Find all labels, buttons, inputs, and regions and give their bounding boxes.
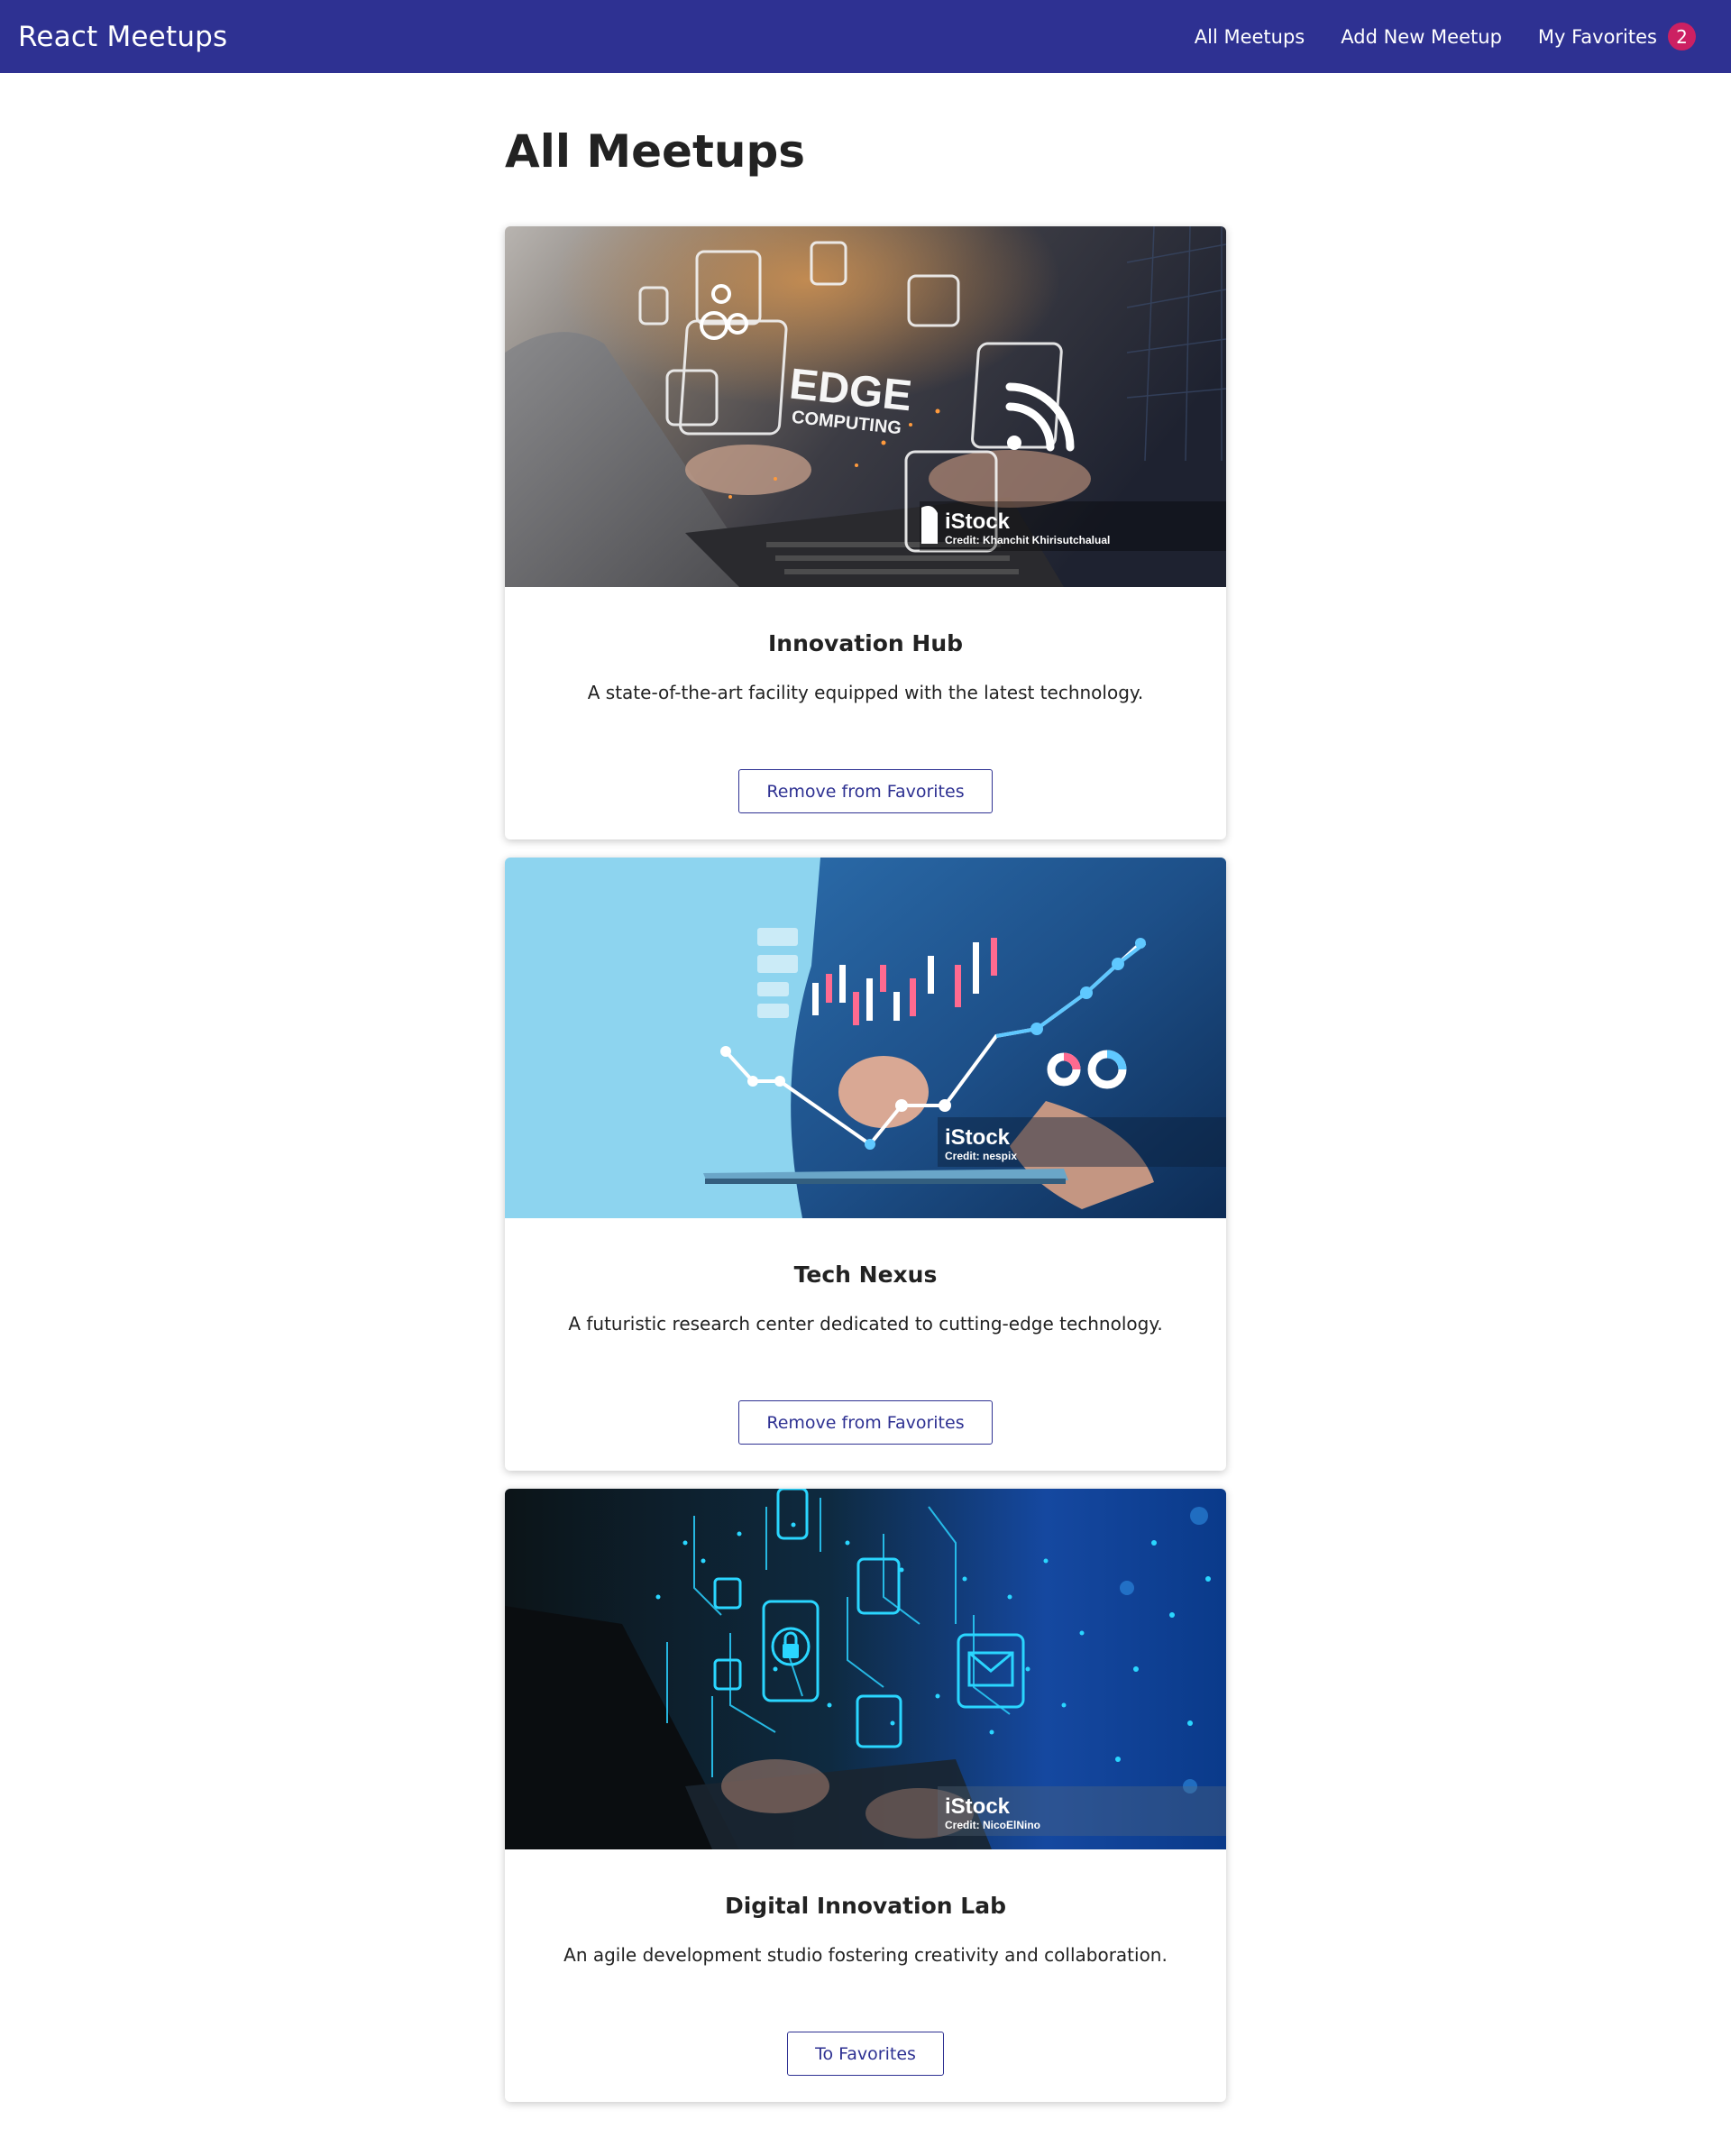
image-credit: Credit: Khanchit Khirisutchalual [945,534,1110,546]
remove-from-favorites-button[interactable]: Remove from Favorites [738,1400,993,1445]
meetup-actions: To Favorites [505,2032,1226,2076]
meetup-description: An agile development studio fostering cr… [563,1944,1168,1966]
favorites-count-badge: 2 [1668,23,1696,50]
meetup-title: Digital Innovation Lab [724,1893,1006,1919]
image-credit: Credit: NicoElNino [945,1819,1040,1831]
watermark-istock: iStock [945,1794,1011,1819]
meetup-title: Tech Nexus [793,1261,938,1288]
to-favorites-button[interactable]: To Favorites [787,2032,944,2076]
meetup-card: EDGE COMPUTING iStock Credit: Khanchit K… [505,226,1226,839]
meetup-actions: Remove from Favorites [505,1400,1226,1445]
meetup-card: iStock Credit: NicoElNino Digital Innova… [505,1489,1226,2102]
meetup-image: EDGE COMPUTING iStock Credit: Khanchit K… [505,226,1226,587]
main-header: React Meetups All Meetups Add New Meetup… [0,0,1731,73]
logo[interactable]: React Meetups [18,21,227,53]
remove-from-favorites-button[interactable]: Remove from Favorites [738,769,993,813]
nav-my-favorites[interactable]: My Favorites 2 [1538,23,1696,50]
meetup-actions: Remove from Favorites [505,769,1226,813]
nav-all-meetups[interactable]: All Meetups [1195,26,1305,48]
main-content: All Meetups EDGE COMPUTING iStock Credit… [505,73,1226,2102]
nav-my-favorites-label: My Favorites [1537,25,1657,48]
meetup-card: iStock Credit: nespix Tech Nexus A futur… [505,858,1226,1471]
meetup-description: A futuristic research center dedicated t… [568,1313,1163,1335]
meetup-title: Innovation Hub [767,630,964,656]
main-nav: All Meetups Add New Meetup My Favorites … [1159,23,1696,50]
watermark-istock: iStock [945,1125,1011,1150]
meetup-image: iStock Credit: nespix [505,858,1226,1218]
page-title: All Meetups [505,125,806,178]
meetup-image: iStock Credit: NicoElNino [505,1489,1226,1849]
watermark-istock: iStock [945,509,1011,534]
nav-add-new-meetup[interactable]: Add New Meetup [1341,26,1502,48]
image-credit: Credit: nespix [945,1150,1017,1162]
meetup-description: A state-of-the-art facility equipped wit… [587,682,1144,703]
